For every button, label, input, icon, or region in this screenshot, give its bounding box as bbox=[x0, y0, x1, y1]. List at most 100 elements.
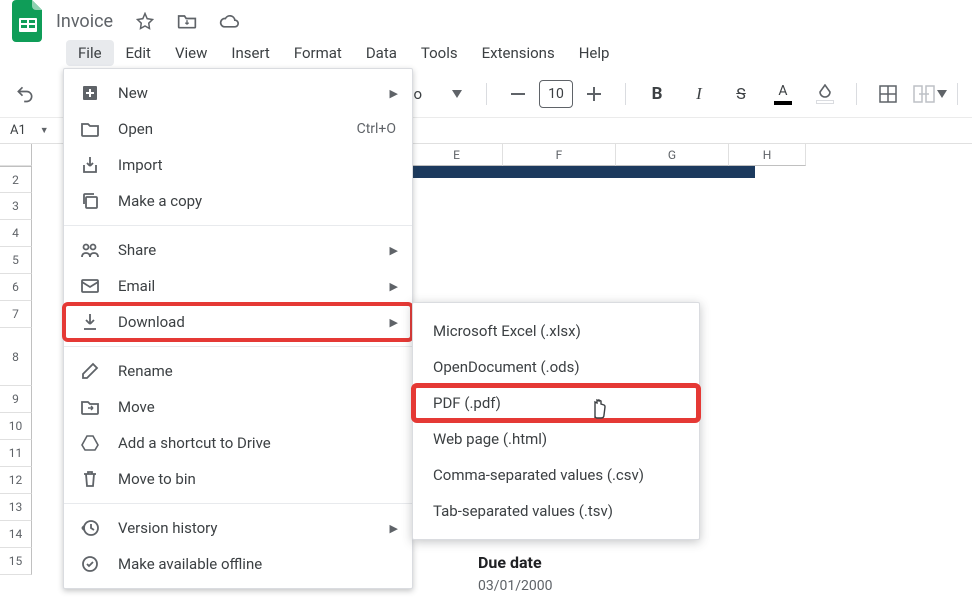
due-date-cell-group: Due date 03/01/2000 bbox=[478, 553, 553, 594]
file-menu-dropdown: New▶ OpenCtrl+O Import Make a copy Share… bbox=[63, 68, 413, 589]
menu-tools[interactable]: Tools bbox=[409, 40, 470, 66]
menu-item-move-to-bin[interactable]: Move to bin bbox=[64, 461, 412, 497]
fill-color-button[interactable] bbox=[808, 77, 842, 111]
menu-view[interactable]: View bbox=[163, 40, 219, 66]
document-name[interactable]: Invoice bbox=[56, 11, 113, 32]
menu-item-new[interactable]: New▶ bbox=[64, 75, 412, 111]
row-header[interactable]: 5 bbox=[0, 247, 32, 274]
title-bar: Invoice bbox=[0, 0, 972, 36]
submenu-item-csv[interactable]: Comma-separated values (.csv) bbox=[413, 457, 699, 493]
move-to-folder-icon[interactable] bbox=[177, 11, 197, 31]
submenu-arrow-icon: ▶ bbox=[390, 522, 398, 535]
menu-edit[interactable]: Edit bbox=[114, 40, 163, 66]
trash-icon bbox=[80, 469, 100, 489]
menu-insert[interactable]: Insert bbox=[219, 40, 281, 66]
share-icon bbox=[80, 240, 100, 260]
move-icon bbox=[80, 397, 100, 417]
email-icon bbox=[80, 276, 100, 296]
offline-icon bbox=[80, 554, 100, 574]
menu-item-make-copy[interactable]: Make a copy bbox=[64, 183, 412, 219]
strikethrough-button[interactable]: S bbox=[724, 77, 758, 111]
menu-item-add-shortcut[interactable]: Add a shortcut to Drive bbox=[64, 425, 412, 461]
shortcut-label: Ctrl+O bbox=[357, 121, 396, 137]
column-header[interactable]: E bbox=[411, 144, 503, 166]
menubar: File Edit View Insert Format Data Tools … bbox=[0, 36, 972, 70]
cloud-status-icon[interactable] bbox=[219, 11, 239, 31]
menu-item-import[interactable]: Import bbox=[64, 147, 412, 183]
row-header[interactable]: 12 bbox=[0, 467, 32, 494]
submenu-item-tsv[interactable]: Tab-separated values (.tsv) bbox=[413, 493, 699, 529]
row-header[interactable]: 10 bbox=[0, 413, 32, 440]
menu-item-download[interactable]: Download▶ bbox=[64, 304, 412, 340]
column-header[interactable]: G bbox=[616, 144, 729, 166]
import-icon bbox=[80, 155, 100, 175]
menu-file[interactable]: File bbox=[66, 40, 114, 66]
menu-item-move[interactable]: Move bbox=[64, 389, 412, 425]
row-header[interactable]: 7 bbox=[0, 301, 32, 328]
bold-button[interactable]: B bbox=[640, 77, 674, 111]
font-size-input[interactable]: 10 bbox=[539, 80, 573, 108]
menu-separator bbox=[64, 503, 412, 504]
column-header[interactable]: H bbox=[729, 144, 806, 166]
row-header[interactable]: 6 bbox=[0, 274, 32, 301]
due-date-value: 03/01/2000 bbox=[478, 578, 553, 594]
submenu-arrow-icon: ▶ bbox=[390, 316, 398, 329]
cell-reference-box[interactable]: A1▼ bbox=[0, 123, 48, 138]
italic-button[interactable]: I bbox=[682, 77, 716, 111]
sheets-app-icon[interactable] bbox=[10, 0, 46, 43]
menu-separator bbox=[64, 346, 412, 347]
menu-format[interactable]: Format bbox=[282, 40, 354, 66]
text-color-button[interactable]: A bbox=[766, 77, 800, 111]
menu-data[interactable]: Data bbox=[354, 40, 409, 66]
undo-button[interactable] bbox=[8, 77, 42, 111]
menu-item-make-offline[interactable]: Make available offline bbox=[64, 546, 412, 582]
increase-font-button[interactable] bbox=[577, 77, 611, 111]
new-icon bbox=[80, 83, 100, 103]
menu-item-version-history[interactable]: Version history▶ bbox=[64, 510, 412, 546]
borders-button[interactable] bbox=[871, 77, 905, 111]
merge-cells-button[interactable] bbox=[913, 77, 947, 111]
chevron-down-icon bbox=[937, 90, 947, 98]
row-header[interactable]: 4 bbox=[0, 220, 32, 247]
chevron-down-icon bbox=[452, 90, 462, 98]
chevron-down-icon: ▼ bbox=[40, 125, 49, 136]
menu-item-open[interactable]: OpenCtrl+O bbox=[64, 111, 412, 147]
download-submenu: Microsoft Excel (.xlsx) OpenDocument (.o… bbox=[412, 302, 700, 540]
font-size-group: 10 bbox=[501, 77, 611, 111]
row-header[interactable]: 3 bbox=[0, 193, 32, 220]
menu-separator bbox=[64, 225, 412, 226]
decrease-font-button[interactable] bbox=[501, 77, 535, 111]
rename-icon bbox=[80, 361, 100, 381]
header-banner-cell bbox=[410, 166, 755, 178]
toolbar-divider bbox=[957, 83, 958, 105]
row-header[interactable]: 2 bbox=[0, 166, 32, 193]
menu-item-share[interactable]: Share▶ bbox=[64, 232, 412, 268]
row-header[interactable]: 11 bbox=[0, 440, 32, 467]
row-header[interactable]: 9 bbox=[0, 386, 32, 413]
submenu-item-ods[interactable]: OpenDocument (.ods) bbox=[413, 349, 699, 385]
select-all-corner[interactable] bbox=[0, 144, 32, 166]
download-icon bbox=[80, 312, 100, 332]
row-header[interactable]: 13 bbox=[0, 494, 32, 521]
history-icon bbox=[80, 518, 100, 538]
submenu-arrow-icon: ▶ bbox=[390, 87, 398, 100]
due-date-label: Due date bbox=[478, 553, 553, 572]
menu-extensions[interactable]: Extensions bbox=[470, 40, 567, 66]
row-header[interactable]: 8 bbox=[0, 328, 32, 386]
submenu-item-html[interactable]: Web page (.html) bbox=[413, 421, 699, 457]
row-header[interactable]: 14 bbox=[0, 521, 32, 548]
submenu-item-pdf[interactable]: PDF (.pdf) bbox=[413, 385, 699, 421]
mouse-cursor-icon bbox=[588, 396, 608, 420]
row-header[interactable]: 15 bbox=[0, 548, 32, 575]
copy-icon bbox=[80, 191, 100, 211]
drive-shortcut-icon bbox=[80, 433, 100, 453]
menu-item-rename[interactable]: Rename bbox=[64, 353, 412, 389]
submenu-item-xlsx[interactable]: Microsoft Excel (.xlsx) bbox=[413, 313, 699, 349]
star-icon[interactable] bbox=[135, 11, 155, 31]
menu-help[interactable]: Help bbox=[567, 40, 622, 66]
column-header[interactable]: F bbox=[503, 144, 616, 166]
toolbar-divider bbox=[625, 83, 626, 105]
submenu-arrow-icon: ▶ bbox=[390, 244, 398, 257]
menu-item-email[interactable]: Email▶ bbox=[64, 268, 412, 304]
row-headers: 2 3 4 5 6 7 8 9 10 11 12 13 14 15 bbox=[0, 166, 32, 575]
